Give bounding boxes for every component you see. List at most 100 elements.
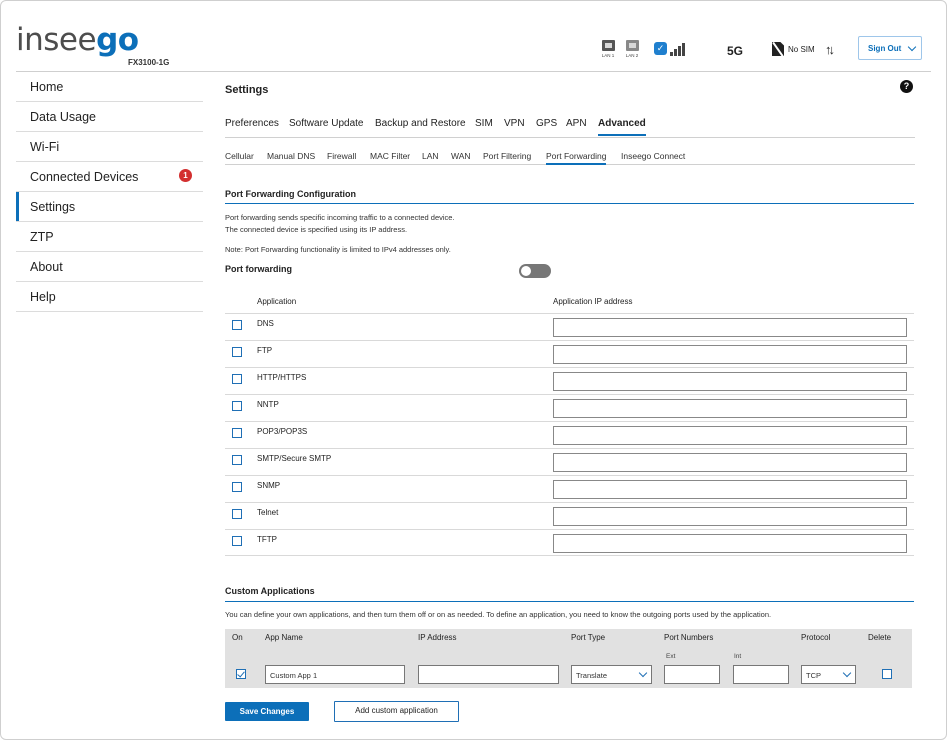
tab-vpn[interactable]: VPN (504, 118, 525, 129)
sidebar-item-home[interactable]: Home (16, 72, 203, 102)
lan2-label: LAN 2 (625, 53, 639, 58)
app-ip-input[interactable] (553, 372, 907, 391)
sidebar-item-label: Help (30, 290, 56, 304)
subtab-mac-filter[interactable]: MAC Filter (370, 151, 410, 161)
subtab-firewall[interactable]: Firewall (327, 151, 356, 161)
add-custom-application-button[interactable]: Add custom application (334, 701, 459, 722)
sidebar-item-data-usage[interactable]: Data Usage (16, 102, 203, 132)
tab-backup-restore[interactable]: Backup and Restore (375, 118, 466, 129)
section-divider (225, 601, 914, 602)
port-forwarding-description-2: The connected device is specified using … (225, 225, 408, 234)
app-name: SMTP/Secure SMTP (257, 454, 332, 463)
custom-app-on-checkbox[interactable] (236, 669, 246, 679)
col-header-protocol: Protocol (801, 633, 831, 642)
sidebar-item-help[interactable]: Help (16, 282, 203, 312)
application-column-header: Application (257, 297, 297, 306)
sidebar-item-label: Connected Devices (30, 170, 139, 184)
app-checkbox[interactable] (232, 401, 242, 411)
protocol-select[interactable]: TCP (801, 665, 856, 684)
subtab-wan[interactable]: WAN (451, 151, 471, 161)
col-header-on: On (232, 633, 243, 642)
int-port-input[interactable] (733, 665, 789, 684)
app-checkbox[interactable] (232, 374, 242, 384)
app-ip-input[interactable] (553, 453, 907, 472)
app-checkbox[interactable] (232, 455, 242, 465)
table-row: HTTP/HTTPS (225, 367, 914, 394)
tab-software-update[interactable]: Software Update (289, 118, 364, 129)
app-name: HTTP/HTTPS (257, 373, 307, 382)
ext-port-input[interactable] (664, 665, 720, 684)
app-checkbox[interactable] (232, 536, 242, 546)
sidebar-item-label: Wi-Fi (30, 140, 60, 154)
app-ip-input[interactable] (553, 426, 907, 445)
tab-sim[interactable]: SIM (475, 118, 493, 129)
table-row: DNS (225, 313, 914, 340)
col-header-ip-address: IP Address (418, 633, 457, 642)
save-changes-button[interactable]: Save Changes (225, 702, 309, 721)
sidebar-item-connected-devices[interactable]: Connected Devices 1 (16, 162, 203, 192)
table-row: TFTP (225, 529, 914, 556)
table-row: SNMP (225, 475, 914, 502)
app-checkbox[interactable] (232, 428, 242, 438)
app-checkbox[interactable] (232, 482, 242, 492)
tab-preferences[interactable]: Preferences (225, 118, 279, 129)
chevron-down-icon (638, 668, 648, 678)
subtab-lan[interactable]: LAN (422, 151, 439, 161)
ext-port-label: Ext (666, 653, 676, 660)
port-forwarding-toggle[interactable] (519, 264, 551, 278)
subtab-manual-dns[interactable]: Manual DNS (267, 151, 315, 161)
subtab-port-filtering[interactable]: Port Filtering (483, 151, 531, 161)
app-ip-input[interactable] (553, 318, 907, 337)
col-header-port-type: Port Type (571, 633, 606, 642)
app-name: DNS (257, 319, 274, 328)
lan1-label: LAN 1 (601, 53, 615, 58)
application-table: DNS FTP HTTP/HTTPS NNTP POP3/POP3S SMTP/… (225, 313, 914, 556)
sidebar-item-settings[interactable]: Settings (16, 192, 203, 222)
col-header-port-numbers: Port Numbers (664, 633, 714, 642)
app-ip-input[interactable] (553, 480, 907, 499)
int-port-label: Int (734, 653, 742, 660)
subtab-inseego-connect[interactable]: Inseego Connect (621, 151, 685, 161)
app-checkbox[interactable] (232, 509, 242, 519)
app-ip-input[interactable] (553, 507, 907, 526)
help-icon[interactable]: ? (900, 80, 913, 93)
app-name: Telnet (257, 508, 279, 517)
table-row: Telnet (225, 502, 914, 529)
custom-app-ip-input[interactable] (418, 665, 559, 684)
table-row: FTP (225, 340, 914, 367)
custom-applications-section-title: Custom Applications (225, 586, 315, 596)
tab-gps[interactable]: GPS (536, 118, 557, 129)
table-row: POP3/POP3S (225, 421, 914, 448)
subtab-port-forwarding[interactable]: Port Forwarding (546, 151, 607, 165)
app-ip-input[interactable] (553, 399, 907, 418)
port-type-value: Translate (576, 671, 607, 680)
subtab-cellular[interactable]: Cellular (225, 151, 254, 161)
app-ip-input[interactable] (553, 345, 907, 364)
sidebar-item-label: Home (30, 80, 64, 94)
chevron-down-icon (842, 668, 852, 678)
sign-out-label: Sign Out (868, 44, 902, 53)
sidebar: Home Data Usage Wi-Fi Connected Devices 1… (16, 72, 203, 312)
custom-app-delete-checkbox[interactable] (882, 669, 892, 679)
app-checkbox[interactable] (232, 320, 242, 330)
sidebar-item-wifi[interactable]: Wi-Fi (16, 132, 203, 162)
tab-apn[interactable]: APN (566, 118, 587, 129)
port-forwarding-section-title: Port Forwarding Configuration (225, 189, 356, 199)
lan2-status: LAN 2 (623, 40, 641, 58)
app-name: SNMP (257, 481, 281, 490)
app-name: TFTP (257, 535, 277, 544)
port-forwarding-note: Note: Port Forwarding functionality is l… (225, 245, 451, 254)
lan1-status: LAN 1 (599, 40, 617, 58)
app-checkbox[interactable] (232, 347, 242, 357)
port-type-select[interactable]: Translate (571, 665, 652, 684)
sign-out-button[interactable]: Sign Out (858, 36, 922, 60)
tab-advanced[interactable]: Advanced (598, 118, 646, 136)
sidebar-item-ztp[interactable]: ZTP (16, 222, 203, 252)
sidebar-item-label: Settings (30, 200, 76, 214)
sidebar-item-about[interactable]: About (16, 252, 203, 282)
notification-badge: 1 (179, 169, 192, 182)
col-header-delete: Delete (868, 633, 892, 642)
port-forwarding-toggle-label: Port forwarding (225, 264, 292, 274)
custom-app-name-input[interactable]: Custom App 1 (265, 665, 405, 684)
app-ip-input[interactable] (553, 534, 907, 553)
